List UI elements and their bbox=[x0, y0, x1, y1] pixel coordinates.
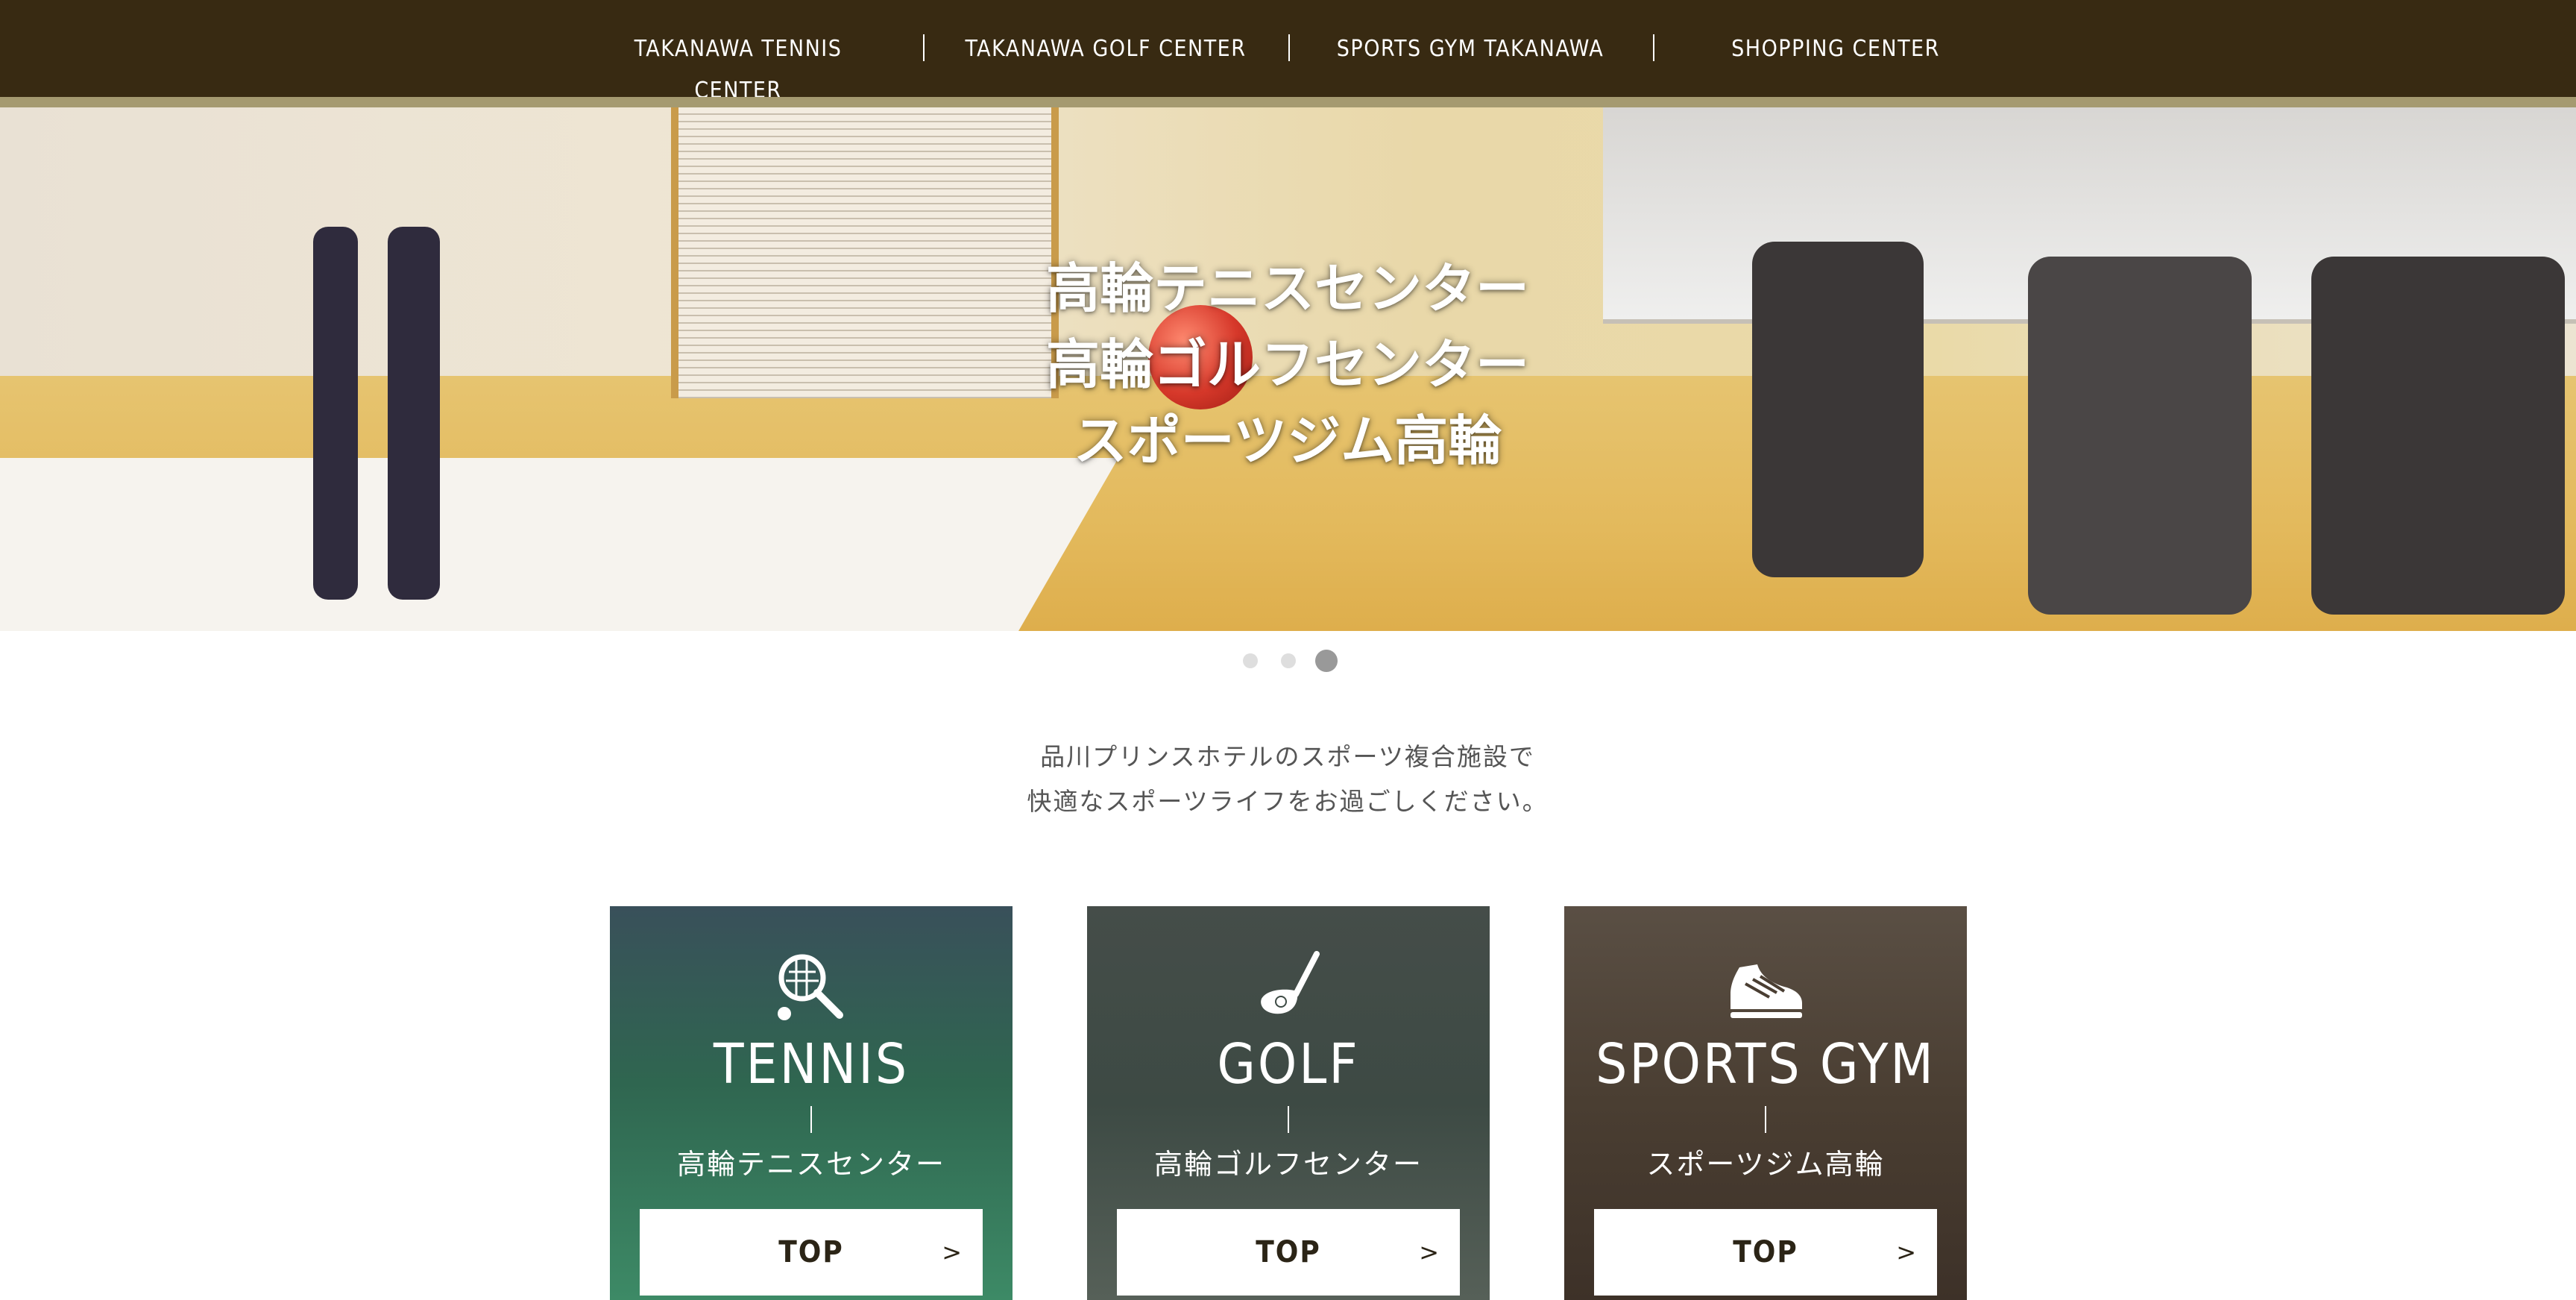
card-title: TENNIS bbox=[713, 1032, 910, 1096]
card-title: GOLF bbox=[1217, 1032, 1360, 1096]
nav-link-shopping-center[interactable]: SHOPPING CENTER bbox=[1687, 28, 1985, 70]
hero-photo-machine bbox=[2028, 257, 2252, 615]
top-navigation: TAKANAWA TENNIS CENTER TAKANAWA GOLF CEN… bbox=[0, 0, 2576, 104]
card-title: SPORTS GYM bbox=[1596, 1032, 1936, 1096]
button-label: TOP bbox=[778, 1235, 844, 1269]
nav-separator bbox=[1653, 34, 1654, 61]
arrow-right-icon: > bbox=[1419, 1238, 1439, 1266]
intro-line: 快適なスポーツライフをお過ごしください。 bbox=[1027, 787, 1549, 816]
button-label: TOP bbox=[1733, 1235, 1798, 1269]
card-golf[interactable]: GOLF 高輪ゴルフセンター TOP > bbox=[1087, 906, 1490, 1300]
card-divider bbox=[1765, 1106, 1766, 1133]
tennis-racket-icon bbox=[610, 949, 1013, 1024]
carousel-dot-3-active[interactable] bbox=[1315, 650, 1338, 672]
card-subtitle: 高輪ゴルフセンター bbox=[1153, 1148, 1423, 1181]
tennis-top-button[interactable]: TOP > bbox=[640, 1209, 983, 1296]
card-sports-gym[interactable]: SPORTS GYM スポーツジム高輪 TOP > bbox=[1564, 906, 1967, 1300]
card-divider bbox=[810, 1106, 812, 1133]
hero-title: 高輪テニスセンター 高輪ゴルフセンター スポーツジム高輪 bbox=[915, 251, 1660, 479]
sneaker-icon bbox=[1564, 949, 1967, 1024]
nav-link-golf-center[interactable]: TAKANAWA GOLF CENTER bbox=[957, 28, 1255, 70]
hero-photo-machine bbox=[1752, 242, 1924, 577]
intro-text: 品川プリンスホテルのスポーツ複合施設で 快適なスポーツライフをお過ごしください。 bbox=[915, 735, 1660, 824]
card-tennis[interactable]: TENNIS 高輪テニスセンター TOP > bbox=[610, 906, 1013, 1300]
golf-club-icon bbox=[1087, 949, 1490, 1024]
nav-link-tennis-center[interactable]: TAKANAWA TENNIS CENTER bbox=[589, 28, 887, 104]
arrow-right-icon: > bbox=[942, 1238, 962, 1266]
card-subtitle: スポーツジム高輪 bbox=[1646, 1148, 1885, 1181]
button-label: TOP bbox=[1256, 1235, 1321, 1269]
nav-accent-stripe bbox=[0, 97, 2576, 107]
intro-line: 品川プリンスホテルのスポーツ複合施設で bbox=[1040, 742, 1535, 771]
hero-title-line: 高輪テニスセンター bbox=[1045, 257, 1529, 320]
card-divider bbox=[1288, 1106, 1289, 1133]
nav-separator bbox=[1288, 34, 1290, 61]
sports-gym-top-button[interactable]: TOP > bbox=[1594, 1209, 1937, 1296]
hero-slider[interactable]: 高輪テニスセンター 高輪ゴルフセンター スポーツジム高輪 bbox=[0, 107, 2576, 631]
hero-title-line: スポーツジム高輪 bbox=[1073, 409, 1502, 472]
hero-title-line: 高輪ゴルフセンター bbox=[1045, 333, 1529, 396]
golf-top-button[interactable]: TOP > bbox=[1117, 1209, 1460, 1296]
nav-separator bbox=[923, 34, 925, 61]
carousel-dot-2[interactable] bbox=[1281, 653, 1296, 668]
hero-photo-equipment bbox=[313, 227, 358, 600]
hero-photo-equipment bbox=[388, 227, 440, 600]
nav-link-sports-gym[interactable]: SPORTS GYM TAKANAWA bbox=[1321, 28, 1619, 70]
card-subtitle: 高輪テニスセンター bbox=[676, 1148, 945, 1181]
arrow-right-icon: > bbox=[1896, 1238, 1916, 1266]
hero-photo-mat bbox=[0, 458, 1119, 631]
carousel-dot-1[interactable] bbox=[1243, 653, 1258, 668]
hero-photo-machine bbox=[2311, 257, 2565, 615]
